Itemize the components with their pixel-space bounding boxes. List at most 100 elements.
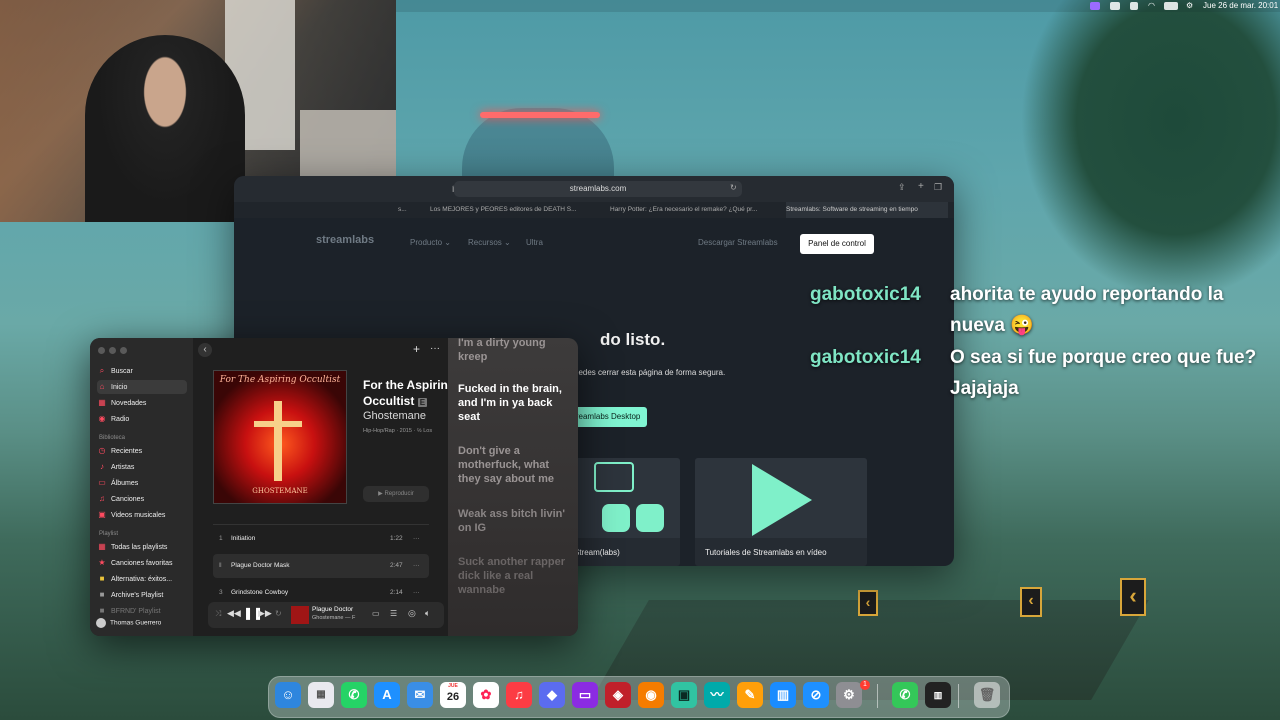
tabs-overview-icon[interactable]: ❐ (934, 182, 942, 193)
sidebar-item-buscar[interactable]: ⌕ Buscar (97, 364, 187, 378)
music-note-icon: ♫ (99, 494, 105, 503)
sidebar-item-todas-playlists[interactable]: ▦ Todas las playlists (97, 540, 187, 554)
queue-icon[interactable]: ☰ (390, 609, 397, 618)
sidebar-item-label: Novedades (111, 400, 147, 407)
app-store-icon[interactable]: A (374, 682, 400, 708)
sidebar-item-videos[interactable]: ▣ Videos musicales (97, 508, 187, 522)
blender-icon[interactable]: ◉ (638, 682, 664, 708)
card-tutoriales[interactable]: Tutoriales de Streamlabs en vídeo (695, 458, 867, 566)
nav-descargar[interactable]: Descargar Streamlabs (698, 238, 778, 247)
lyric-line[interactable]: Weak ass bitch livin' on IG (458, 507, 570, 535)
search-icon: ⌕ (99, 366, 105, 375)
music-icon[interactable]: ♫ (506, 682, 532, 708)
next-icon[interactable]: ▶▶ (258, 608, 272, 619)
music-app-window[interactable]: ⌕ Buscar ⌂ Inicio ▦ Novedades ◉ Radio Biblio… (90, 338, 578, 636)
sidebar-item-recientes[interactable]: ◷ Recientes (97, 444, 187, 458)
keynote-icon[interactable]: ▥ (770, 682, 796, 708)
airplay-icon[interactable]: ◎ (408, 608, 416, 619)
calendar-icon[interactable]: JUE 26 (440, 682, 466, 708)
status-icon[interactable] (1110, 2, 1120, 10)
now-playing-artwork[interactable] (291, 606, 309, 624)
add-icon[interactable]: + (413, 342, 420, 356)
streamer (85, 35, 245, 222)
zoom-window-icon[interactable] (120, 347, 127, 354)
album-artist[interactable]: Ghostemane (363, 410, 426, 422)
nav-producto[interactable]: Producto ⌄ (410, 238, 451, 247)
track-row-playing[interactable]: ‖ Plague Doctor Mask 2:47 ··· (213, 554, 429, 578)
tab-active[interactable]: Streamlabs: Software de streaming en tie… (786, 202, 948, 218)
address-bar[interactable]: streamlabs.com (454, 181, 742, 197)
nav-ultra[interactable]: Ultra (526, 238, 543, 247)
close-window-icon[interactable] (98, 347, 105, 354)
lyrics-icon[interactable]: ▭ (372, 609, 380, 618)
sidebar-item-inicio[interactable]: ⌂ Inicio (97, 380, 187, 394)
lyric-line[interactable]: Suck another rapper dick like a real wan… (458, 555, 570, 597)
whatsapp-icon[interactable]: ✆ (341, 682, 367, 708)
shuffle-icon[interactable]: ⤨ (215, 609, 221, 619)
video-editor-icon[interactable]: ▭ (572, 682, 598, 708)
previous-icon[interactable]: ◀◀ (227, 608, 241, 619)
card-stream[interactable]: Stream(labs) (574, 458, 680, 566)
back-icon[interactable]: ‹ (198, 343, 212, 357)
road-sign-icon: ‹ (1120, 578, 1146, 616)
play-album-button[interactable]: ▶ Reproducir (363, 486, 429, 502)
status-icon[interactable] (1130, 2, 1138, 10)
sidebar-item-archive[interactable]: ■ Archive's Playlist (97, 588, 187, 602)
clock-icon: ◷ (98, 446, 106, 455)
ruby-app-icon[interactable]: ◈ (605, 682, 631, 708)
sidebar-item-label: Artistas (111, 464, 135, 471)
cover-title: For The Aspiring Occultist (219, 375, 341, 385)
sidebar-item-bfrnd[interactable]: ■ BFRND' Playlist (97, 604, 187, 618)
sidebar-item-radio[interactable]: ◉ Radio (97, 412, 187, 426)
mail-icon[interactable]: ✉ (407, 682, 433, 708)
system-settings-icon[interactable]: ⚙ (836, 682, 862, 708)
chat-username: gabotoxic14 (810, 347, 921, 368)
lyric-line[interactable]: Don't give a motherfuck, what they say a… (458, 444, 570, 486)
tab[interactable]: s... (398, 202, 408, 218)
sidebar-item-label: Inicio (111, 384, 128, 391)
panel-de-control-button[interactable]: Panel de control (800, 234, 874, 254)
pages-icon[interactable]: ✎ (737, 682, 763, 708)
sidebar-item-canciones[interactable]: ♫ Canciones (97, 492, 187, 506)
volume-icon[interactable]: 🔈︎ (425, 608, 430, 619)
finder-icon[interactable]: ☺ (275, 682, 301, 708)
new-tab-icon[interactable]: + (918, 181, 924, 192)
streamlabs-desktop-button[interactable]: treamlabs Desktop (567, 407, 647, 427)
battery-icon[interactable] (1164, 2, 1178, 10)
sidebar-item-novedades[interactable]: ▦ Novedades (97, 396, 187, 410)
lyric-line-current[interactable]: Fucked in the brain, and I'm in ya back … (458, 382, 570, 424)
sidebar-item-alternativa[interactable]: ■ Alternativa: éxitos... (97, 572, 187, 586)
control-center-icon[interactable]: ⚙ (1186, 0, 1193, 12)
more-icon[interactable]: ··· (430, 343, 440, 354)
launchpad-icon[interactable]: ▦ (308, 682, 334, 708)
freeform-icon[interactable]: 〰 (704, 682, 730, 708)
reload-icon[interactable]: ↻ (730, 183, 737, 192)
user-profile[interactable]: Thomas Guerrero (96, 618, 161, 628)
minimize-window-icon[interactable] (109, 347, 116, 354)
sidebar-item-artistas[interactable]: ♪ Artistas (97, 460, 187, 474)
menubar-clock[interactable]: Jue 26 de mar. 20:01 (1203, 0, 1278, 12)
lyric-line[interactable]: I'm a dirty young kreep (458, 338, 570, 364)
track-row[interactable]: 1 Initiation 1:22 ··· (213, 527, 429, 551)
repeat-icon[interactable]: ↻ (275, 609, 282, 618)
streamlabs-icon[interactable]: ▣ (671, 682, 697, 708)
photos-icon[interactable]: ✿ (473, 682, 499, 708)
tab[interactable]: Harry Potter: ¿Era necesario el remake? … (610, 202, 770, 218)
album-title: For the Aspirin (363, 378, 448, 392)
sidebar-item-albumes[interactable]: ▭ Álbumes (97, 476, 187, 490)
chat-message: ahorita te ayudo reportando la nueva 😜 (950, 284, 1224, 336)
trash-icon[interactable]: 🗑︎ (974, 682, 1000, 708)
tab[interactable]: Los MEJORES y PEORES editores de DEATH S… (430, 202, 590, 218)
safari-icon[interactable]: ⊘ (803, 682, 829, 708)
app-status-icon[interactable] (1090, 2, 1100, 10)
streamlabs-logo[interactable]: streamlabs (316, 234, 374, 246)
cover-cross (254, 421, 302, 427)
roblox-icon[interactable]: ◆ (539, 682, 565, 708)
share-icon[interactable]: ⇪ (898, 182, 906, 193)
album-cover[interactable]: For The Aspiring Occultist GHOSTEMANE (213, 370, 347, 504)
phone-icon[interactable]: ✆ (892, 682, 918, 708)
sidebar-item-favoritas[interactable]: ★ Canciones favoritas (97, 556, 187, 570)
nav-recursos[interactable]: Recursos ⌄ (468, 238, 511, 247)
wifi-icon[interactable]: ◠ (1148, 0, 1155, 12)
piano-app-icon[interactable]: ▥ (925, 682, 951, 708)
